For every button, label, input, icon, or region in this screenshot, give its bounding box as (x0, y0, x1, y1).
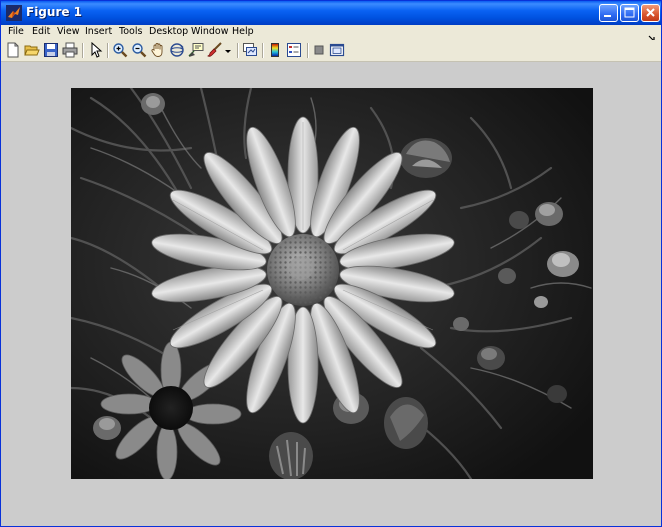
menu-tools[interactable]: Tools (119, 26, 142, 37)
close-button[interactable] (641, 4, 660, 22)
hide-plot-tools-icon[interactable] (311, 42, 327, 58)
figure-toolbar (1, 40, 661, 62)
title-bar[interactable]: Figure 1 (1, 1, 661, 25)
menu-window[interactable]: Window (191, 26, 228, 37)
close-icon (646, 8, 655, 17)
show-plot-tools-icon[interactable] (329, 42, 345, 58)
rotate-3d-icon[interactable] (169, 42, 185, 58)
save-icon[interactable] (43, 42, 59, 58)
toolbar-separator (262, 43, 263, 58)
edit-plot-arrow-icon[interactable] (88, 42, 104, 58)
figure-canvas[interactable] (1, 62, 661, 526)
menu-insert[interactable]: Insert (85, 26, 112, 37)
menu-file[interactable]: File (8, 26, 24, 37)
menu-desktop[interactable]: Desktop (149, 26, 188, 37)
toolbar-separator (107, 43, 108, 58)
link-plot-icon[interactable] (242, 42, 258, 58)
maximize-icon (624, 7, 635, 18)
grayscale-daisy-photo-icon (71, 88, 593, 479)
figure-window: Figure 1 File Edit View Insert Tools Des… (0, 0, 662, 527)
menu-help[interactable]: Help (232, 26, 254, 37)
minimize-icon (604, 15, 611, 17)
brush-icon[interactable] (207, 42, 223, 58)
open-file-icon[interactable] (24, 42, 40, 58)
toolbar-separator (82, 43, 83, 58)
maximize-button[interactable] (620, 4, 639, 22)
pan-hand-icon[interactable] (150, 42, 166, 58)
menu-bar: File Edit View Insert Tools Desktop Wind… (1, 25, 661, 42)
image-axes[interactable] (71, 88, 593, 479)
insert-legend-icon[interactable] (286, 42, 302, 58)
dock-arrow-icon[interactable] (648, 28, 655, 42)
brush-dropdown-icon[interactable] (224, 42, 232, 58)
data-cursor-icon[interactable] (188, 42, 204, 58)
menu-view[interactable]: View (57, 26, 80, 37)
print-icon[interactable] (62, 42, 78, 58)
toolbar-separator (307, 43, 308, 58)
menu-edit[interactable]: Edit (32, 26, 50, 37)
new-figure-icon[interactable] (5, 42, 21, 58)
matlab-logo-icon (6, 5, 22, 21)
zoom-out-icon[interactable] (131, 42, 147, 58)
toolbar-separator (237, 43, 238, 58)
window-title: Figure 1 (26, 5, 83, 19)
minimize-button[interactable] (599, 4, 618, 22)
insert-colorbar-icon[interactable] (267, 42, 283, 58)
zoom-in-icon[interactable] (112, 42, 128, 58)
